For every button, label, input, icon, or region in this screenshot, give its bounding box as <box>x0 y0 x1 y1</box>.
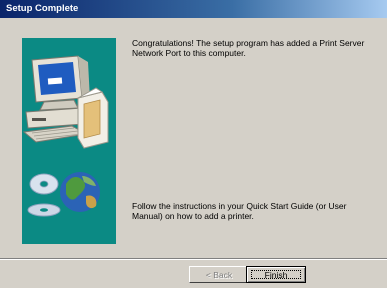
setup-illustration <box>22 38 116 244</box>
window-title: Setup Complete <box>6 3 79 14</box>
instructions-message: Follow the instructions in your Quick St… <box>132 201 347 221</box>
finish-button[interactable]: Finish <box>246 266 306 283</box>
button-divider <box>0 258 387 260</box>
back-button[interactable]: < Back <box>189 266 249 283</box>
title-bar[interactable]: Setup Complete <box>0 0 387 18</box>
congratulations-message: Congratulations! The setup program has a… <box>132 38 365 58</box>
computer-with-cds-and-globe-icon <box>22 55 109 217</box>
focus-ring <box>251 270 301 279</box>
